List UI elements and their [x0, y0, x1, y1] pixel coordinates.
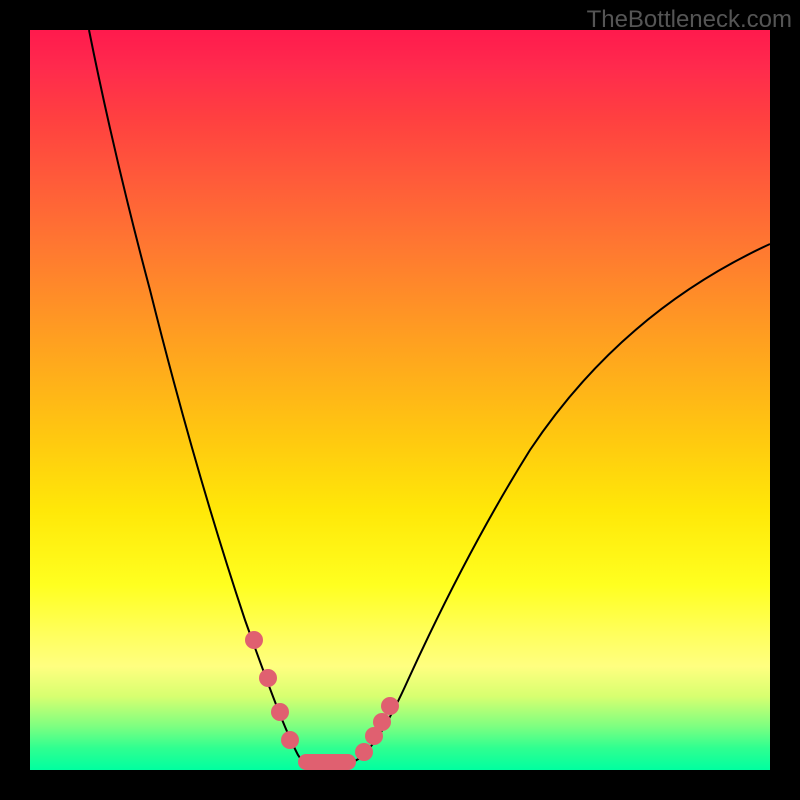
curve-svg: [30, 30, 770, 770]
bottleneck-curve: [89, 30, 770, 767]
pink-markers: [245, 631, 399, 770]
watermark-text: TheBottleneck.com: [587, 6, 792, 34]
